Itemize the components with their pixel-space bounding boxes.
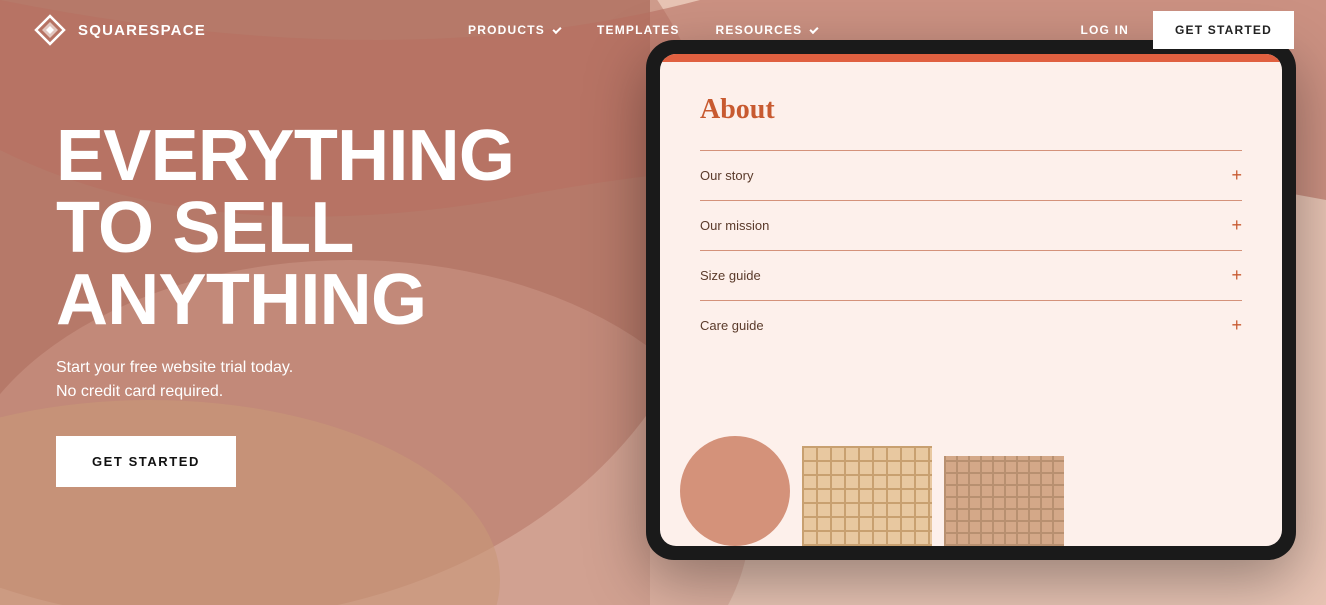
hero-headline: EVERYTHING TO SELL ANYTHING — [56, 120, 514, 336]
hero-content: EVERYTHING TO SELL ANYTHING Start your f… — [56, 120, 514, 487]
nav-logo-area: SQUARESPACE — [32, 12, 206, 48]
navigation: SQUARESPACE PRODUCTS TEMPLATES RESOURCES… — [0, 0, 1326, 60]
tablet-body: About Our story + Our mission + Size gui… — [660, 62, 1282, 420]
chevron-down-icon — [552, 24, 561, 33]
decorative-grid-1 — [802, 446, 932, 546]
decorative-circle — [680, 436, 790, 546]
chevron-down-icon — [810, 24, 819, 33]
squarespace-logo-icon — [32, 12, 68, 48]
accordion-plus-icon: + — [1231, 315, 1242, 336]
tablet-decorative-bottom — [660, 420, 1282, 546]
tablet-mockup: About Our story + Our mission + Size gui… — [646, 40, 1326, 600]
accordion-item[interactable]: Our story + — [700, 150, 1242, 200]
accordion-label: Size guide — [700, 268, 761, 283]
login-button[interactable]: LOG IN — [1080, 23, 1129, 37]
nav-actions: LOG IN GET STARTED — [1080, 11, 1294, 49]
nav-resources[interactable]: RESOURCES — [716, 23, 819, 37]
about-title: About — [700, 94, 1242, 126]
nav-products[interactable]: PRODUCTS — [468, 23, 561, 37]
decorative-grid-2 — [944, 456, 1064, 546]
nav-get-started-button[interactable]: GET STARTED — [1153, 11, 1294, 49]
hero-section: SQUARESPACE PRODUCTS TEMPLATES RESOURCES… — [0, 0, 1326, 605]
accordion-plus-icon: + — [1231, 215, 1242, 236]
nav-links: PRODUCTS TEMPLATES RESOURCES — [468, 23, 818, 37]
accordion-item[interactable]: Our mission + — [700, 200, 1242, 250]
accordion-plus-icon: + — [1231, 165, 1242, 186]
accordion-label: Our mission — [700, 218, 769, 233]
hero-get-started-button[interactable]: GET STARTED — [56, 436, 236, 487]
accordion-label: Our story — [700, 168, 753, 183]
accordion-plus-icon: + — [1231, 265, 1242, 286]
hero-subtext: Start your free website trial today. No … — [56, 356, 514, 404]
accordion-item[interactable]: Size guide + — [700, 250, 1242, 300]
accordion-label: Care guide — [700, 318, 764, 333]
tablet-screen: About Our story + Our mission + Size gui… — [660, 54, 1282, 546]
accordion-item[interactable]: Care guide + — [700, 300, 1242, 350]
tablet-frame: About Our story + Our mission + Size gui… — [646, 40, 1296, 560]
nav-templates[interactable]: TEMPLATES — [597, 23, 680, 37]
logo-text: SQUARESPACE — [78, 22, 206, 39]
